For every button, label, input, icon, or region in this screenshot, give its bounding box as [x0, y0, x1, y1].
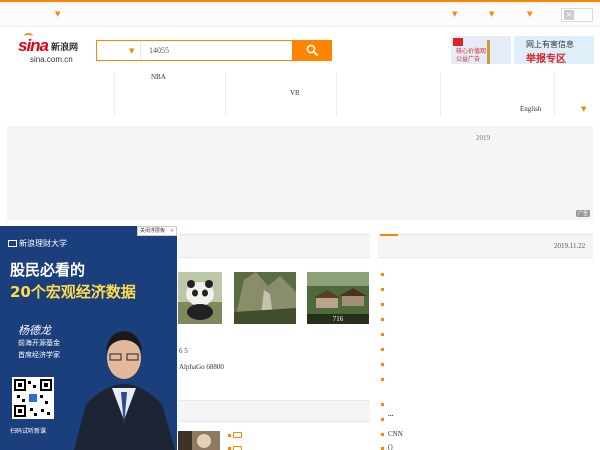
news-line-2[interactable]: AlphaGo 68800: [179, 363, 224, 371]
float-ad-close-label: 关闭浮层板: [140, 228, 166, 234]
nav-divider: [440, 72, 441, 116]
photo-thumb-lower[interactable]: [178, 431, 220, 450]
float-ad-headline1: 股民必看的: [10, 261, 86, 279]
chevron-down-icon[interactable]: ▼: [581, 105, 586, 113]
chart-icon: [8, 240, 17, 247]
bullet-icon: [381, 403, 384, 406]
nav-divider: [336, 72, 337, 116]
site-logo[interactable]: sina 新浪网 sina.com.cn: [18, 33, 88, 66]
section-header-news: [178, 234, 370, 258]
section-accent: [380, 234, 398, 236]
nav-item-vr[interactable]: VR: [290, 89, 300, 97]
bullet-icon: [228, 434, 231, 437]
header-ad-values[interactable]: 核心价值观 公益广告: [451, 36, 511, 64]
floating-ad[interactable]: 关闭浮层板 × 新浪理财大学 股民必看的 20个宏观经济数据 杨德龙 前海开源基…: [0, 226, 177, 450]
banner-year: 2019: [476, 134, 490, 142]
float-ad-close-bar[interactable]: 关闭浮层板 ×: [137, 226, 177, 236]
news-ellipsis[interactable]: ...: [388, 410, 393, 418]
photo-village[interactable]: 716: [307, 272, 369, 324]
ad-badge: 广告: [575, 210, 590, 217]
nav-item-nba[interactable]: NBA: [151, 73, 166, 81]
header-ad-report[interactable]: 网上有害信息 举报专区: [514, 36, 594, 65]
section-header-lower: [178, 400, 370, 422]
chevron-down-icon[interactable]: ▼: [489, 11, 494, 18]
chevron-down-icon[interactable]: ▼: [55, 11, 60, 18]
bullet-icon: [381, 273, 384, 276]
header-ad-right-line2: 举报专区: [526, 54, 566, 65]
banner-ad[interactable]: 2019 广告: [7, 126, 593, 220]
speaker-portrait: [74, 331, 175, 450]
photo-panda[interactable]: [178, 272, 222, 324]
logo-brand-cn: 新浪网: [51, 43, 79, 53]
photo-caption: 716: [307, 314, 369, 324]
top-close-box[interactable]: ×: [561, 8, 593, 22]
chevron-down-icon: ▼: [129, 47, 135, 55]
logo-domain: sina.com.cn: [30, 55, 73, 64]
qr-code[interactable]: [12, 377, 54, 419]
float-ad-header-text: 新浪理财大学: [19, 239, 67, 248]
section-header-right: 2019.11.22: [378, 234, 593, 258]
search-button[interactable]: [292, 40, 332, 61]
qr-caption: 扫码试听新课: [10, 428, 47, 435]
chevron-down-icon[interactable]: ▼: [527, 11, 532, 18]
bullet-icon: [381, 288, 384, 291]
search-input[interactable]: [149, 44, 289, 57]
flag-icon: [453, 38, 463, 46]
bullet-icon: [381, 348, 384, 351]
news-cnn[interactable]: CNN: [388, 430, 403, 438]
bullet-icon: [381, 433, 384, 436]
main-nav: NBA VR English ▼: [0, 68, 600, 120]
nav-divider: [554, 72, 555, 116]
bullet-icon: [381, 333, 384, 336]
bullet-icon: [381, 363, 384, 366]
nav-divider: [225, 72, 226, 116]
float-ad-headline2: 20个宏观经济数据: [10, 283, 136, 301]
float-ad-role1: 前海开源基金: [18, 339, 60, 347]
nav-item-english[interactable]: English: [520, 105, 541, 113]
header-ad-right-line1: 网上有害信息: [526, 40, 574, 49]
bullet-icon: [381, 303, 384, 306]
top-bar: ▼ ▼ ▼ ▼ ×: [0, 0, 600, 27]
pillar-icon: [487, 40, 490, 64]
qr-code-icon: [14, 379, 52, 417]
close-icon[interactable]: ×: [564, 10, 574, 20]
camera-icon: [233, 432, 242, 438]
bullet-icon: [381, 318, 384, 321]
nav-divider: [114, 72, 115, 116]
photo-cliff[interactable]: [234, 272, 296, 324]
cliff-photo: [234, 272, 296, 324]
camera-icon: [233, 446, 242, 450]
float-ad-signature: 杨德龙: [18, 324, 51, 337]
search-box: ▼: [96, 40, 332, 61]
thumb-photo: [178, 431, 220, 450]
news-last[interactable]: (): [388, 443, 393, 450]
panda-photo: [178, 272, 222, 324]
search-icon: [306, 44, 318, 56]
search-category-select[interactable]: ▼: [97, 41, 141, 60]
news-line-1[interactable]: 6 5: [179, 347, 188, 355]
bullet-icon: [381, 418, 384, 421]
logo-brand: sina: [18, 36, 49, 55]
chevron-down-icon[interactable]: ▼: [452, 11, 457, 18]
float-ad-header: 新浪理财大学: [8, 238, 67, 249]
bullet-icon: [381, 378, 384, 381]
close-icon[interactable]: ×: [170, 227, 174, 235]
float-ad-role2: 首席经济学家: [18, 351, 60, 359]
section-date: 2019.11.22: [554, 242, 586, 250]
header-ad-left-line2: 公益广告: [456, 56, 481, 63]
